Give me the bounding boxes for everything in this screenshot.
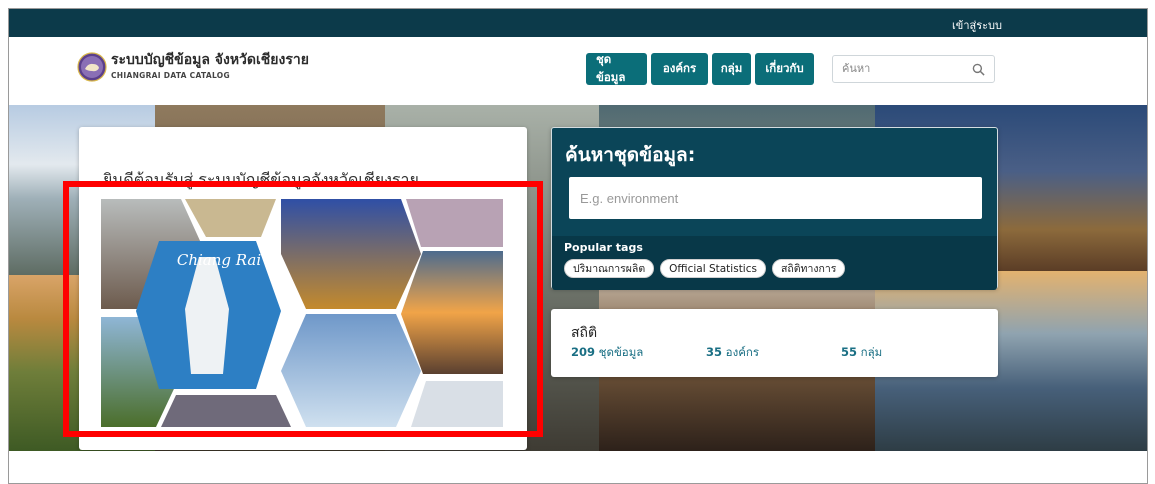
site-subtitle: CHIANGRAI DATA CATALOG xyxy=(111,71,230,80)
header-search-input[interactable] xyxy=(842,61,962,77)
site-header: ระบบบัญชีข้อมูล จังหวัดเชียงราย CHIANGRA… xyxy=(9,37,1147,105)
tag-production-volume[interactable]: ปริมาณการผลิต xyxy=(564,259,655,278)
browser-viewport: เข้าสู่ระบบ ระบบบัญชีข้อมูล จังหวัดเชียง… xyxy=(8,8,1148,484)
dataset-search-input[interactable] xyxy=(569,177,982,219)
province-seal-icon[interactable] xyxy=(77,52,107,82)
login-link[interactable]: เข้าสู่ระบบ xyxy=(952,16,1002,34)
tag-official-stats-thai[interactable]: สถิติทางการ xyxy=(771,259,846,278)
site-title[interactable]: ระบบบัญชีข้อมูล จังหวัดเชียงราย xyxy=(111,49,309,71)
statistics-card: สถิติ 209 ชุดข้อมูล 35 องค์กร 55 กลุ่ม xyxy=(551,309,998,377)
main-nav: ชุดข้อมูล องค์กร กลุ่ม เกี่ยวกับ xyxy=(586,52,814,85)
stat-datasets[interactable]: 209 ชุดข้อมูล xyxy=(571,344,643,362)
nav-about-button[interactable]: เกี่ยวกับ xyxy=(755,53,814,85)
tag-official-statistics[interactable]: Official Statistics xyxy=(660,259,766,278)
search-icon[interactable] xyxy=(972,63,985,76)
search-panel-title: ค้นหาชุดข้อมูล: xyxy=(565,144,696,166)
nav-organizations-button[interactable]: องค์กร xyxy=(651,53,708,85)
popular-tags-label: Popular tags xyxy=(564,241,643,254)
popular-tags-list: ปริมาณการผลิต Official Statistics สถิติท… xyxy=(564,259,846,278)
stat-groups[interactable]: 55 กลุ่ม xyxy=(841,344,882,362)
stat-organizations[interactable]: 35 องค์กร xyxy=(706,344,759,362)
dataset-search-panel: ค้นหาชุดข้อมูล: Popular tags ปริมาณการผล… xyxy=(551,127,998,290)
statistics-title: สถิติ xyxy=(571,325,598,341)
top-bar: เข้าสู่ระบบ xyxy=(9,9,1147,37)
hero-section: ยินดีต้อนรับสู่ ระบบบัญชีข้อมูลจังหวัดเช… xyxy=(9,105,1147,451)
nav-groups-button[interactable]: กลุ่ม xyxy=(712,53,751,85)
header-search xyxy=(832,55,995,83)
red-highlight-box xyxy=(63,181,543,437)
popular-tags-area: Popular tags ปริมาณการผลิต Official Stat… xyxy=(552,236,997,290)
nav-datasets-button[interactable]: ชุดข้อมูล xyxy=(586,52,647,85)
